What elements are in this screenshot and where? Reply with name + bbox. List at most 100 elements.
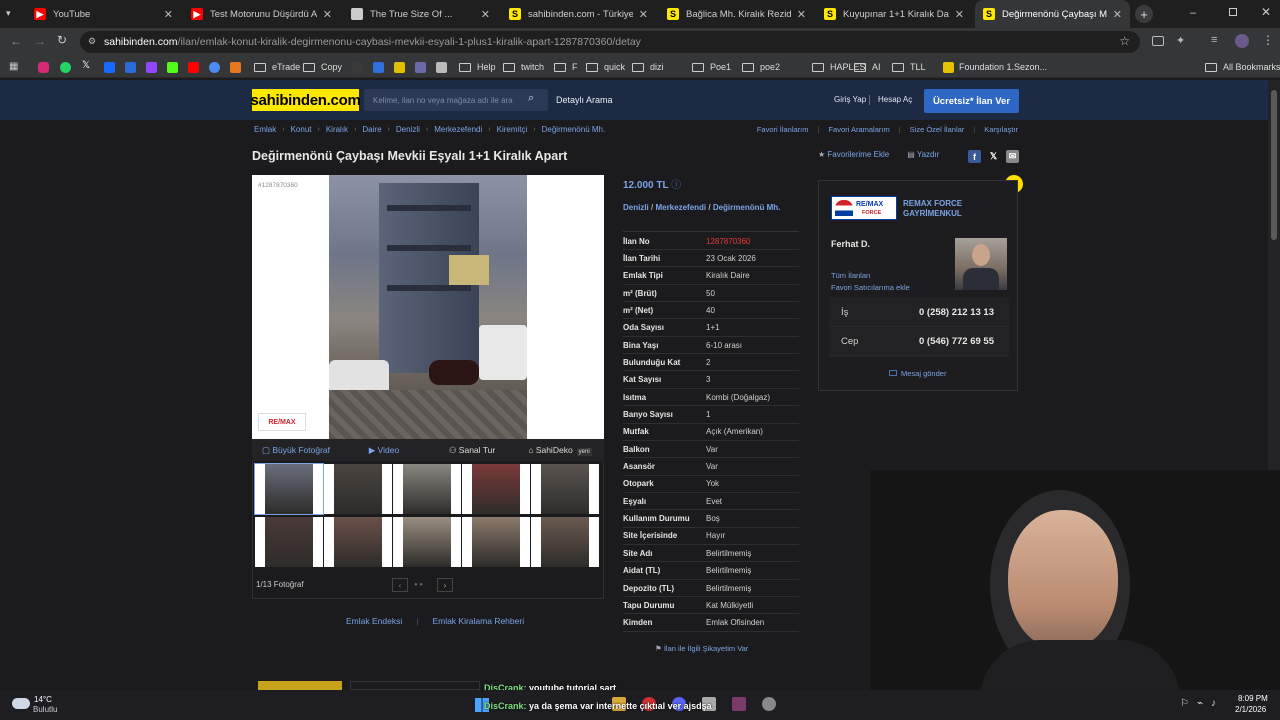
bookmark-shortcut-icon[interactable] [352, 62, 363, 73]
location-link[interactable]: Denizli [623, 203, 649, 212]
close-window-icon[interactable]: ✕ [1261, 5, 1271, 19]
menu-icon[interactable]: ⋮ [1262, 33, 1274, 47]
main-photo[interactable]: #1287870360 RE/MAX [252, 175, 604, 439]
tab-5[interactable]: S Bağlica Mh. Kiralık Rezidans, Vil... ✕ [659, 0, 814, 28]
photo-thumbnail[interactable] [462, 517, 530, 567]
reload-icon[interactable]: ↻ [57, 33, 67, 47]
phone-number[interactable]: 0 (546) 772 69 55 [919, 336, 994, 347]
location-link[interactable]: Değirmenönü Mh. [713, 203, 781, 212]
clock-date[interactable]: 2/1/2026 [1235, 705, 1266, 714]
phone-number[interactable]: 0 (258) 212 13 13 [919, 307, 994, 318]
video-tab[interactable]: ▶ Video [340, 445, 428, 456]
bottom-link[interactable]: Emlak Kiralama Rehberi [432, 616, 524, 626]
scroll-thumb[interactable] [1271, 90, 1277, 240]
site-info-icon[interactable]: ⚙ [88, 36, 96, 47]
new-tab-button[interactable]: + [1135, 5, 1153, 23]
photo-thumbnail[interactable] [393, 517, 461, 567]
bookmark-shortcut-icon[interactable] [373, 62, 384, 73]
photo-thumbnail[interactable] [324, 464, 392, 514]
app-icon[interactable] [209, 62, 220, 73]
bottom-link[interactable]: Emlak Endeksi [346, 616, 402, 626]
favorite-seller-link[interactable]: Favori Satıcılarıma ekle [831, 283, 910, 292]
bookmark-shortcut-icon[interactable] [436, 62, 447, 73]
apps-grid-icon[interactable]: ▦ [9, 61, 18, 72]
breadcrumb-item[interactable]: Değirmenönü Mh. [542, 125, 606, 134]
reading-list-icon[interactable]: ≡ [1211, 34, 1217, 46]
top-link[interactable]: Favori İlanlarım [757, 125, 809, 134]
breadcrumb-item[interactable]: Denizli [396, 125, 420, 134]
seller-company[interactable]: REMAX FORCE GAYRİMENKUL [903, 199, 983, 219]
photo-thumbnail[interactable] [531, 464, 599, 514]
x-icon[interactable]: 𝕏 [82, 60, 90, 71]
photo-thumbnail[interactable] [255, 517, 323, 567]
bookmark-item[interactable]: quick [586, 60, 625, 74]
bookmark-item[interactable]: F [554, 60, 578, 74]
bookmark-item[interactable]: dizi [632, 60, 664, 74]
puzzle-icon[interactable]: ✦ [1176, 34, 1185, 47]
email-share-icon[interactable]: ✉ [1006, 150, 1019, 163]
breadcrumb-item[interactable]: Emlak [254, 125, 276, 134]
address-bar[interactable]: ⚙ sahibinden.com/ilan/emlak-konut-kirali… [80, 31, 1140, 53]
all-ads-link[interactable]: Tüm İlanları [831, 271, 871, 280]
bookmark-item[interactable]: poe2 [742, 60, 780, 74]
sahideko-tab[interactable]: ⌂ SahiDeko yeni [516, 445, 604, 456]
tab-close-icon[interactable]: ✕ [164, 8, 173, 21]
tab-search-icon[interactable]: ▾ [6, 8, 20, 20]
app2-icon[interactable] [230, 62, 241, 73]
bookmark-item[interactable]: TLL [892, 60, 926, 74]
photo-thumbnail[interactable] [254, 463, 324, 515]
bookmark-item[interactable]: Copy [303, 60, 342, 74]
bookmark-shortcut-icon[interactable] [394, 62, 405, 73]
tab-close-icon[interactable]: ✕ [481, 8, 490, 21]
large-photo-tab[interactable]: ▢ Büyük Fotoğraf [252, 445, 340, 456]
whatsapp-icon[interactable] [60, 62, 71, 73]
photo-thumbnail[interactable] [324, 517, 392, 567]
register-link[interactable]: Hesap Aç [878, 95, 912, 104]
bookmark-item[interactable]: eTrade [254, 60, 300, 74]
top-link[interactable]: Favori Aramalarım [828, 125, 889, 134]
forward-icon[interactable]: → [34, 34, 46, 48]
dropbox-icon[interactable] [125, 62, 136, 73]
tab-close-icon[interactable]: ✕ [323, 8, 332, 21]
instagram-icon[interactable] [38, 62, 49, 73]
bookmark-star-icon[interactable]: ☆ [1119, 34, 1130, 48]
photo-thumbnail[interactable] [531, 517, 599, 567]
profile-avatar[interactable] [1235, 34, 1249, 48]
print-link[interactable]: ▤ Yazdır [907, 150, 939, 159]
breadcrumb-item[interactable]: Merkezefendi [434, 125, 482, 134]
detailed-search-link[interactable]: Detaylı Arama [556, 95, 613, 105]
top-link[interactable]: Size Özel İlanlar [910, 125, 965, 134]
favorite-link[interactable]: ★ Favorilerime Ekle [818, 150, 889, 159]
maximize-icon[interactable] [1229, 8, 1237, 16]
send-message-link[interactable]: Mesaj gönder [889, 369, 946, 378]
behance-icon[interactable] [104, 62, 115, 73]
complaint-link[interactable]: ⚑ İlan ile İlgili Şikayetim Var [655, 644, 748, 653]
bookmark-shortcut-icon[interactable] [415, 62, 426, 73]
tab-4[interactable]: Ssahibinden.com - Türkiye'nin C... ✕ [501, 0, 656, 28]
weather-icon[interactable] [12, 698, 30, 709]
bookmark-item[interactable]: AI [854, 60, 881, 74]
search-input[interactable]: Kelime, ilan no veya mağaza adı ile ara [364, 89, 548, 111]
login-link[interactable]: Giriş Yap [834, 95, 866, 104]
breadcrumb-item[interactable]: Daire [362, 125, 381, 134]
tab-3[interactable]: The True Size Of ... ✕ [343, 0, 498, 28]
x-share-icon[interactable]: 𝕏 [987, 150, 1000, 163]
tab-close-icon[interactable]: ✕ [639, 8, 648, 21]
breadcrumb-item[interactable]: Konut [291, 125, 312, 134]
location-link[interactable]: Merkezefendi [655, 203, 706, 212]
bookmark-item[interactable]: Help [459, 60, 496, 74]
remax-logo[interactable]: RE/MAX FORCE [831, 196, 897, 220]
bookmark-item[interactable]: twitch [503, 60, 544, 74]
youtube-small-icon[interactable] [188, 62, 199, 73]
tab-close-icon[interactable]: ✕ [955, 8, 964, 21]
breadcrumb-item[interactable]: Kiralık [326, 125, 348, 134]
tab-close-icon[interactable]: ✕ [1113, 8, 1122, 21]
breadcrumb-item[interactable]: Kiremitçi [497, 125, 528, 134]
virtual-tour-tab[interactable]: ⚇ Sanal Tur [428, 445, 516, 456]
back-icon[interactable]: ← [10, 34, 22, 48]
tab-7[interactable]: S Değirmenönü Çaybaşı Mevkii E... ✕ [975, 0, 1130, 28]
photo-thumbnail[interactable] [462, 464, 530, 514]
info-icon[interactable]: ⓘ [671, 180, 681, 191]
tray-icons[interactable]: ⚐⌁♪ [1180, 698, 1224, 709]
clock-time[interactable]: 8:09 PM [1238, 694, 1268, 703]
